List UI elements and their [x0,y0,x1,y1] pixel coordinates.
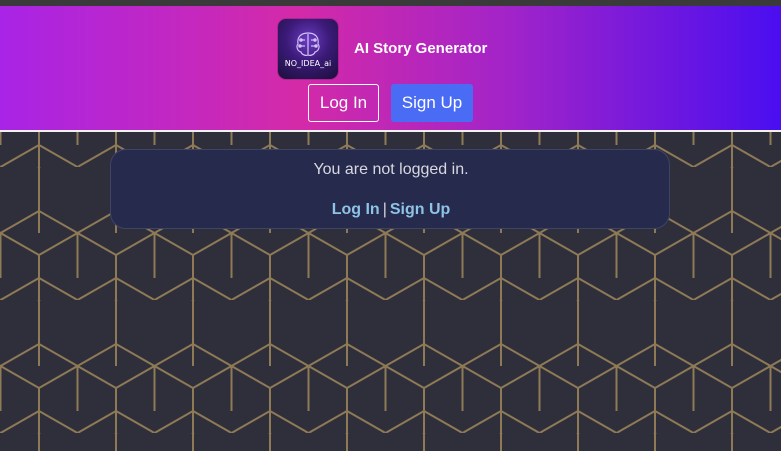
auth-links: Log In | Sign Up [111,201,671,219]
signup-link[interactable]: Sign Up [390,201,450,218]
site-header: NO_IDEA_ai AI Story Generator Log In Sig… [0,6,781,130]
app-title: AI Story Generator [354,40,488,57]
login-notice-card: You are not logged in. Log In | Sign Up [110,149,670,229]
signup-button[interactable]: Sign Up [391,84,473,122]
logo-wordmark: NO_IDEA_ai [284,59,332,68]
brain-circuit-icon [296,32,320,56]
link-separator: | [382,201,387,218]
brand-logo[interactable]: NO_IDEA_ai [278,19,338,79]
login-button[interactable]: Log In [308,84,379,122]
not-logged-in-message: You are not logged in. [313,161,469,178]
login-link[interactable]: Log In [332,201,380,218]
